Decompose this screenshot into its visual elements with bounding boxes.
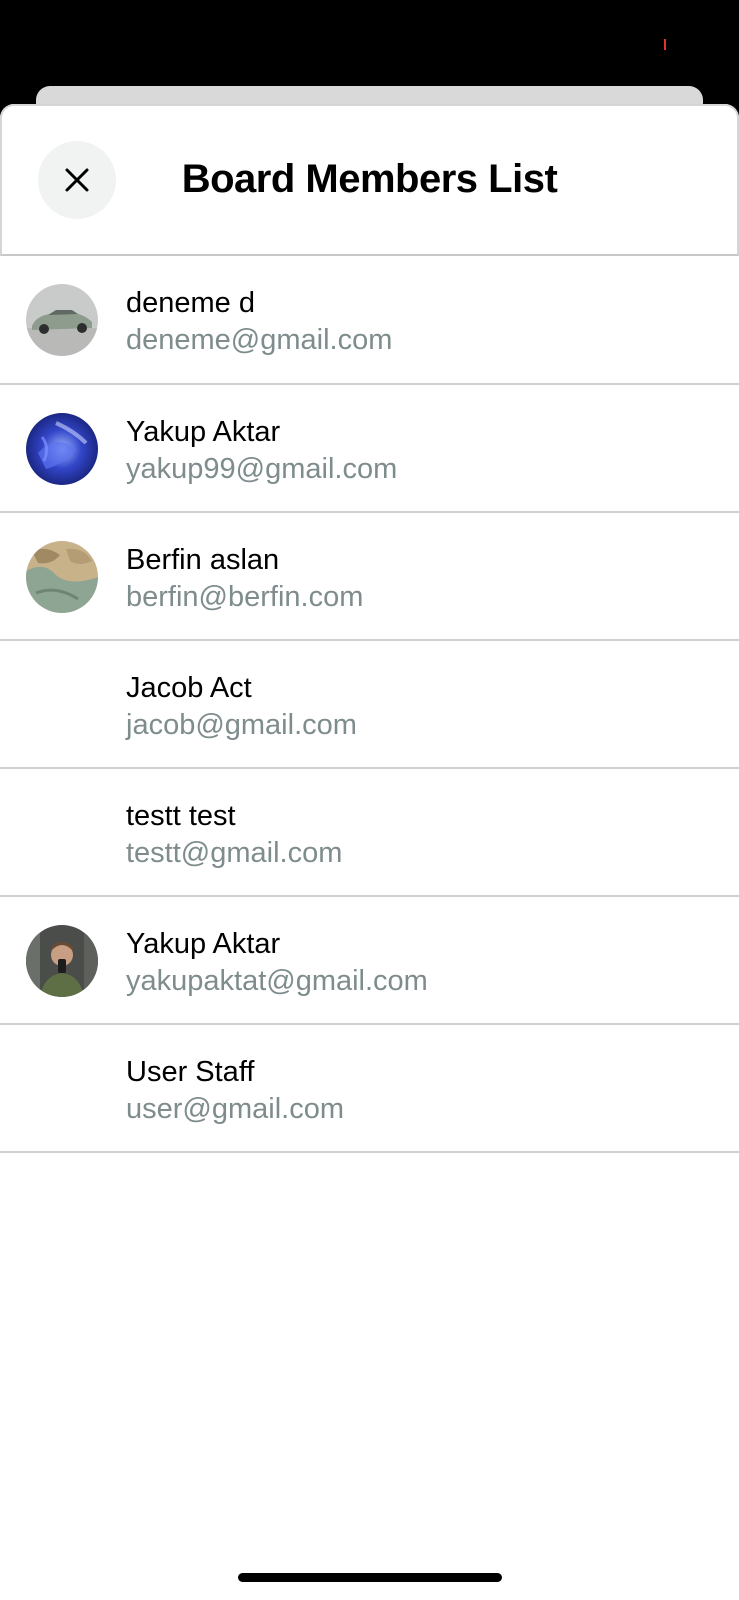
member-row[interactable]: Jacob Act jacob@gmail.com: [0, 641, 739, 769]
selfie-avatar: [26, 925, 98, 997]
member-row[interactable]: testt test testt@gmail.com: [0, 769, 739, 897]
avatar: [26, 284, 98, 356]
member-row[interactable]: User Staff user@gmail.com: [0, 1025, 739, 1153]
page-title: Board Members List: [181, 157, 558, 201]
member-name: User Staff: [126, 1056, 255, 1088]
status-indicator: [664, 39, 666, 50]
map-avatar: [26, 541, 98, 613]
member-name: Yakup Aktar: [126, 928, 281, 960]
avatar: [26, 541, 98, 613]
avatar: [26, 925, 98, 997]
blue-abstract-avatar: [26, 413, 98, 485]
member-row[interactable]: deneme d deneme@gmail.com: [0, 256, 739, 385]
member-email: yakupaktat@gmail.com: [126, 965, 428, 997]
app-screen: Board Members List deneme d deneme@gmail…: [0, 0, 739, 1600]
member-list: deneme d deneme@gmail.com Yakup Aktar ya…: [0, 256, 739, 1153]
member-name: Jacob Act: [126, 672, 252, 704]
member-email: jacob@gmail.com: [126, 709, 357, 741]
member-name: Berfin aslan: [126, 544, 280, 576]
home-indicator[interactable]: [238, 1573, 502, 1582]
member-row[interactable]: Yakup Aktar yakupaktat@gmail.com: [0, 897, 739, 1025]
member-row[interactable]: Berfin aslan berfin@berfin.com: [0, 513, 739, 641]
member-name: Yakup Aktar: [126, 416, 281, 448]
member-name: deneme d: [126, 287, 255, 319]
sheet-header: Board Members List: [0, 104, 739, 256]
member-name: testt test: [126, 800, 236, 832]
avatar: [26, 413, 98, 485]
member-email: user@gmail.com: [126, 1093, 344, 1125]
car-photo-avatar: [26, 284, 98, 356]
member-email: testt@gmail.com: [126, 837, 343, 869]
member-email: deneme@gmail.com: [126, 324, 393, 356]
member-email: yakup99@gmail.com: [126, 453, 398, 485]
member-row[interactable]: Yakup Aktar yakup99@gmail.com: [0, 385, 739, 513]
member-email: berfin@berfin.com: [126, 581, 364, 613]
board-members-sheet: Board Members List deneme d deneme@gmail…: [0, 104, 739, 1600]
